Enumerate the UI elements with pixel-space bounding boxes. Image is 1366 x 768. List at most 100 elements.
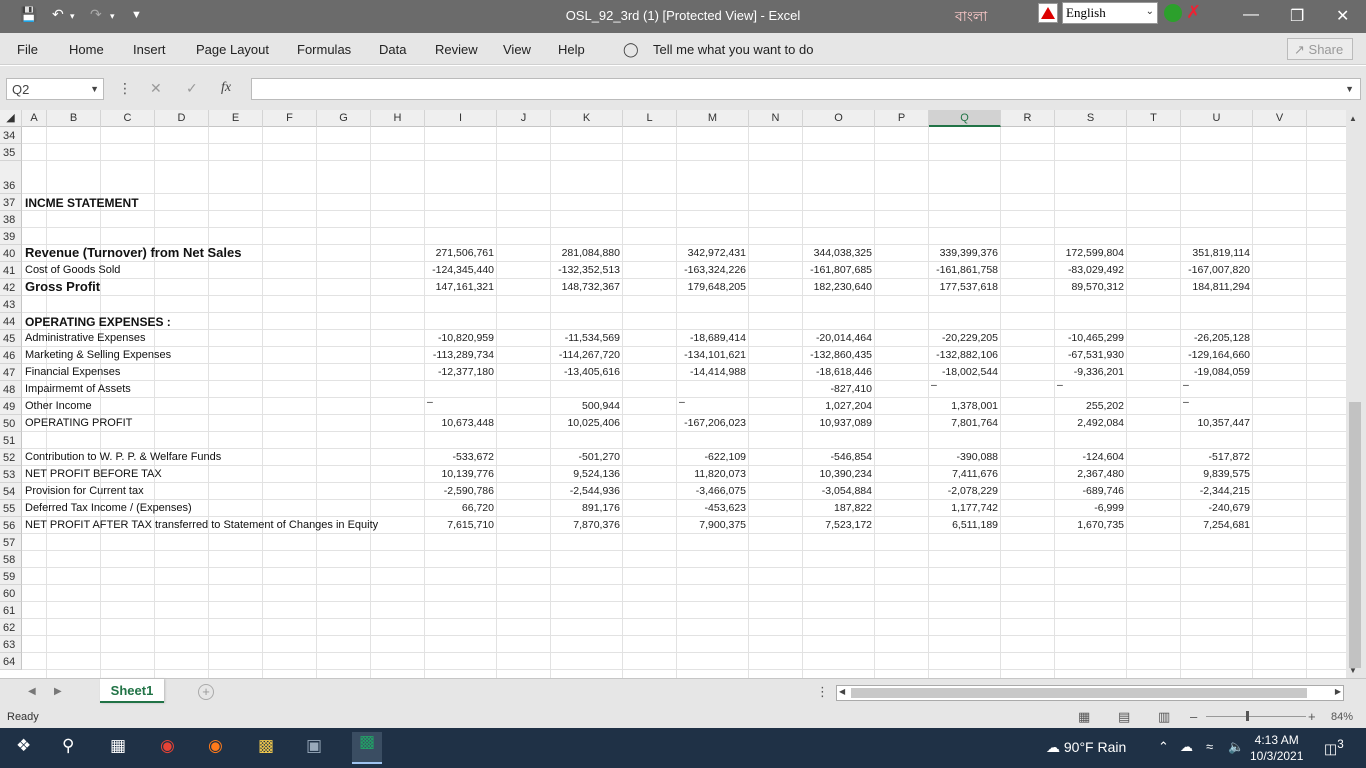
minimize-icon[interactable]: —	[1243, 6, 1259, 24]
more-options-icon[interactable]: ⋮	[118, 80, 132, 97]
row-header-44[interactable]: 44	[0, 313, 22, 330]
cell-s48[interactable]: –	[1057, 379, 1063, 391]
cell-i53[interactable]: 10,139,776	[425, 468, 494, 480]
cell-k46[interactable]: -114,267,720	[551, 349, 620, 361]
bangla-language-label[interactable]: বাংলা	[955, 5, 987, 29]
add-sheet-button[interactable]: +	[198, 684, 214, 700]
cell-m55[interactable]: -453,623	[677, 502, 746, 514]
row-header-48[interactable]: 48	[0, 381, 22, 398]
zoom-slider-knob[interactable]	[1246, 711, 1249, 721]
cell-m42[interactable]: 179,648,205	[677, 281, 746, 293]
download-icon[interactable]	[1164, 4, 1182, 22]
cell-s40[interactable]: 172,599,804	[1055, 247, 1124, 259]
row-header-58[interactable]: 58	[0, 551, 22, 568]
cell-q47[interactable]: -18,002,544	[929, 366, 998, 378]
row-header-54[interactable]: 54	[0, 483, 22, 500]
column-header-o[interactable]: O	[803, 110, 875, 127]
language-select[interactable]: English ⌄	[1062, 2, 1158, 24]
cell-m56[interactable]: 7,900,375	[677, 519, 746, 531]
vertical-scrollbar[interactable]: ▲ ▼	[1346, 110, 1366, 678]
select-all-corner[interactable]: ◢	[0, 110, 22, 127]
page-layout-view-icon[interactable]: ▤	[1118, 709, 1130, 725]
cell-i50[interactable]: 10,673,448	[425, 417, 494, 429]
search-icon[interactable]: ⚲	[62, 736, 74, 756]
firefox-icon[interactable]: ◉	[208, 736, 223, 756]
column-header-a[interactable]: A	[22, 110, 47, 127]
cell-i41[interactable]: -124,345,440	[425, 264, 494, 276]
cell-o40[interactable]: 344,038,325	[803, 247, 872, 259]
close-keyboard-icon[interactable]: ✗	[1186, 2, 1201, 23]
row-header-36[interactable]: 36	[0, 161, 22, 194]
cell-q56[interactable]: 6,511,189	[929, 519, 998, 531]
chrome-icon[interactable]: ◉	[160, 736, 175, 756]
cell-u52[interactable]: -517,872	[1181, 451, 1250, 463]
row-header-52[interactable]: 52	[0, 449, 22, 466]
tell-me-search[interactable]: Tell me what you want to do	[653, 42, 813, 57]
cell-i45[interactable]: -10,820,959	[425, 332, 494, 344]
tab-split-icon[interactable]: ⋮	[816, 684, 829, 700]
vertical-scroll-thumb[interactable]	[1349, 402, 1361, 668]
volume-icon[interactable]: 🔈	[1228, 739, 1244, 755]
windows-start-icon[interactable]: ❖	[16, 736, 31, 756]
scroll-up-icon[interactable]: ▲	[1349, 114, 1357, 123]
row-header-59[interactable]: 59	[0, 568, 22, 585]
cell-k54[interactable]: -2,544,936	[551, 485, 620, 497]
cell-u42[interactable]: 184,811,294	[1181, 281, 1250, 293]
cell-u47[interactable]: -19,084,059	[1181, 366, 1250, 378]
row-header-57[interactable]: 57	[0, 534, 22, 551]
cell-s46[interactable]: -67,531,930	[1055, 349, 1124, 361]
cell-k47[interactable]: -13,405,616	[551, 366, 620, 378]
cell-o48[interactable]: -827,410	[803, 383, 872, 395]
row-header-60[interactable]: 60	[0, 585, 22, 602]
column-header-g[interactable]: G	[317, 110, 371, 127]
cell-i54[interactable]: -2,590,786	[425, 485, 494, 497]
cell-i49[interactable]: –	[427, 396, 433, 408]
cell-k40[interactable]: 281,084,880	[551, 247, 620, 259]
cell-i52[interactable]: -533,672	[425, 451, 494, 463]
cell-m53[interactable]: 11,820,073	[677, 468, 746, 480]
row-header-47[interactable]: 47	[0, 364, 22, 381]
row-header-55[interactable]: 55	[0, 500, 22, 517]
column-header-i[interactable]: I	[425, 110, 497, 127]
zoom-in-icon[interactable]: +	[1308, 709, 1316, 724]
cell-m46[interactable]: -134,101,621	[677, 349, 746, 361]
spreadsheet-grid[interactable]: ◢ ABCDEFGHIJKLMNOPQRSTUV 34 35 36 37 INCME S…	[0, 110, 1346, 678]
cell-k56[interactable]: 7,870,376	[551, 519, 620, 531]
cell-o47[interactable]: -18,618,446	[803, 366, 872, 378]
cell-s49[interactable]: 255,202	[1055, 400, 1124, 412]
close-icon[interactable]: ✕	[1336, 6, 1349, 26]
zoom-out-icon[interactable]: –	[1190, 709, 1197, 724]
cell-m49[interactable]: –	[679, 396, 685, 408]
task-view-icon[interactable]: ▦	[110, 736, 126, 756]
taskbar-clock[interactable]: 4:13 AM 10/3/2021	[1250, 732, 1303, 764]
normal-view-icon[interactable]: ▦	[1078, 709, 1090, 725]
file-explorer-icon[interactable]: ▩	[258, 736, 274, 756]
cell-s41[interactable]: -83,029,492	[1055, 264, 1124, 276]
cell-u54[interactable]: -2,344,215	[1181, 485, 1250, 497]
column-header-t[interactable]: T	[1127, 110, 1181, 127]
cell-o49[interactable]: 1,027,204	[803, 400, 872, 412]
row-header-42[interactable]: 42	[0, 279, 22, 296]
network-app-icon[interactable]: ▣	[306, 736, 322, 756]
cell-i42[interactable]: 147,161,321	[425, 281, 494, 293]
cell-s55[interactable]: -6,999	[1055, 502, 1124, 514]
onedrive-icon[interactable]: ☁	[1180, 739, 1193, 755]
cell-q53[interactable]: 7,411,676	[929, 468, 998, 480]
cell-o45[interactable]: -20,014,464	[803, 332, 872, 344]
restore-icon[interactable]: ❐	[1290, 6, 1304, 26]
cell-u49[interactable]: –	[1183, 396, 1189, 408]
formula-input[interactable]: ▼	[251, 78, 1361, 100]
row-header-56[interactable]: 56	[0, 517, 22, 534]
zoom-level[interactable]: 84%	[1331, 711, 1353, 723]
cell-u48[interactable]: –	[1183, 379, 1189, 391]
column-header-e[interactable]: E	[209, 110, 263, 127]
row-header-63[interactable]: 63	[0, 636, 22, 653]
cell-o41[interactable]: -161,807,685	[803, 264, 872, 276]
column-header-l[interactable]: L	[623, 110, 677, 127]
cell-s52[interactable]: -124,604	[1055, 451, 1124, 463]
share-button[interactable]: ↗ Share	[1287, 38, 1353, 60]
column-header-v[interactable]: V	[1253, 110, 1307, 127]
show-hidden-icons-icon[interactable]: ⌃	[1158, 739, 1169, 755]
cell-o53[interactable]: 10,390,234	[803, 468, 872, 480]
row-header-61[interactable]: 61	[0, 602, 22, 619]
